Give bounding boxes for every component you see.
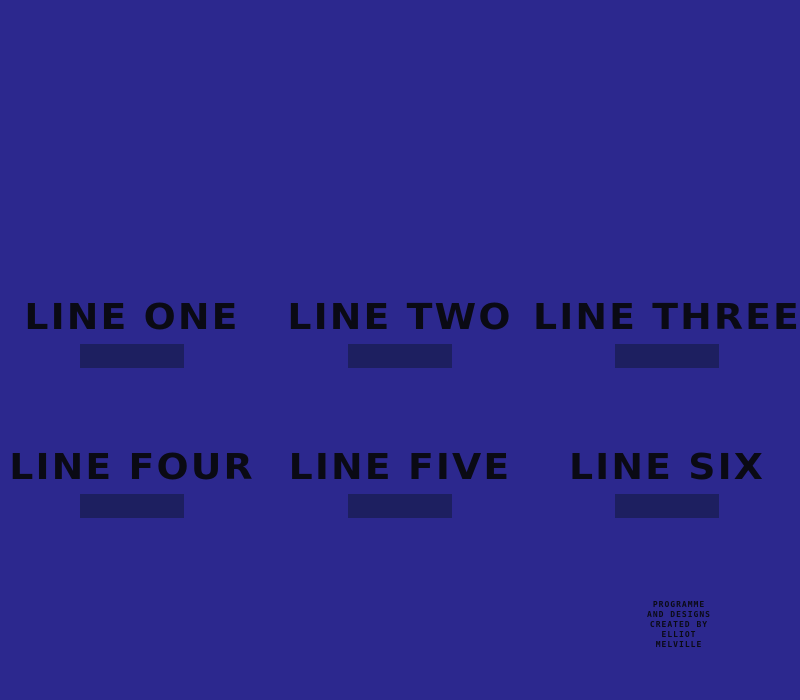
- line-five-label: LINE FIVE: [288, 447, 512, 488]
- credits-line: CREATED BY: [649, 620, 709, 629]
- line-six-button[interactable]: [615, 494, 719, 518]
- line-four-label: LINE FOUR: [9, 447, 255, 488]
- line-one-label: LINE ONE: [24, 297, 240, 338]
- line-three-option: LINE THREE: [533, 300, 799, 380]
- line-two-button[interactable]: [348, 344, 452, 368]
- line-two-option: LINE TWO: [270, 300, 530, 380]
- line-one-option: LINE ONE: [2, 300, 262, 380]
- credits-line: ELLIOT: [661, 630, 697, 639]
- line-five-button[interactable]: [348, 494, 452, 518]
- line-three-label: LINE THREE: [533, 297, 800, 338]
- line-one-button[interactable]: [80, 344, 184, 368]
- line-six-label: LINE SIX: [568, 447, 765, 488]
- line-four-option: LINE FOUR: [2, 450, 262, 530]
- credits-text: PROGRAMME AND DESIGNS CREATED BY ELLIOT …: [620, 600, 738, 650]
- line-three-button[interactable]: [615, 344, 719, 368]
- line-two-label: LINE TWO: [287, 297, 513, 338]
- line-four-button[interactable]: [80, 494, 184, 518]
- credits-line: AND DESIGNS: [647, 610, 711, 619]
- line-six-option: LINE SIX: [537, 450, 797, 530]
- credits-line: MELVILLE: [655, 640, 703, 649]
- credits-line: PROGRAMME: [652, 600, 706, 609]
- line-five-option: LINE FIVE: [270, 450, 530, 530]
